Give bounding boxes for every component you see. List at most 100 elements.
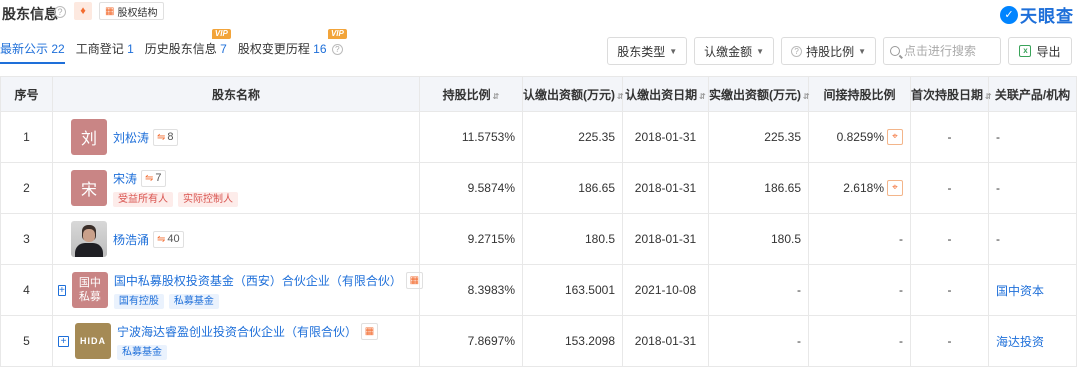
col-subscribed[interactable]: 认缴出资额(万元) ⇵ [522,76,624,112]
related-companies-badge[interactable]: ⇋ 7 [141,169,166,187]
row-index: 5 [0,315,53,367]
holder-name-link[interactable]: 宋涛 [113,170,137,187]
holder-cell: + HIDA 宁波海达睿盈创业投资合伙企业（有限合伙） ▦ 私募基金 [52,315,420,367]
section-header: 股东信息 ? ♦ ▦ 股权结构 ✓ 天眼查 [0,0,1080,26]
table-row: 3 杨浩涌 ⇋ 40 9.2715% 180.5 2018-01-31 180.… [0,213,1077,265]
sort-icon: ⇵ [803,91,810,101]
sub-date-value: 2018-01-31 [622,111,709,163]
equity-structure-button[interactable]: ▦ 股权结构 [99,2,165,20]
export-button[interactable]: x 导出 [1008,37,1072,65]
paid-value: 180.5 [708,213,809,265]
search-icon [890,46,900,56]
holder-cell: 宋 宋涛 ⇋ 7 受益所有人 实际控制人 [52,162,420,214]
holder-name-link[interactable]: 杨浩涌 [113,231,149,248]
related-link[interactable]: 国中资本 [996,284,1044,298]
subscribed-value: 163.5001 [522,264,623,316]
org-chart-icon[interactable]: ▦ [405,271,423,289]
related-count: 40 [167,233,180,245]
subscribed-value: 186.65 [522,162,623,214]
paid-value: - [708,315,809,367]
holder-name-link[interactable]: 国中私募股权投资基金（西安）合伙企业（有限合伙） [114,272,402,289]
equity-structure-label: 股权结构 [117,7,158,19]
excel-icon: x [1019,45,1032,57]
first-date-value: - [910,264,989,316]
col-first-date[interactable]: 首次持股日期 ⇵ [910,76,992,112]
holder-name-link[interactable]: 刘松涛 [113,129,149,146]
col-index: 序号 [0,76,53,112]
related-companies-badge[interactable]: ⇋ 8 [153,128,178,146]
col-paid[interactable]: 实缴出资额(万元) ⇵ [708,76,810,112]
bell-icon[interactable]: ♦ [74,2,92,20]
penetrate-icon[interactable]: ⌖ [887,129,903,145]
help-icon[interactable]: ? [54,6,66,18]
search-input[interactable] [904,44,994,58]
caret-down-icon: ▼ [756,46,765,56]
ratio-value: 8.3983% [419,264,523,316]
private-fund-tag: 私募基金 [168,293,219,309]
holder-cell: 杨浩涌 ⇋ 40 [52,213,420,265]
tab-label: 工商登记 [75,42,124,56]
col-ratio[interactable]: 持股比例 ⇵ [419,76,523,112]
related-value: - [988,162,1077,214]
dropdown-label: 股东类型 [617,44,666,59]
first-date-value: - [910,315,989,367]
col-name: 股东名称 [52,76,420,112]
tab-registration[interactable]: 工商登记 1 [76,36,134,64]
actual-controller-tag: 实际控制人 [178,191,238,207]
first-date-value: - [910,162,989,214]
sort-icon: ⇵ [617,91,624,101]
filter-bar: 股东类型 ▼ 认缴金额 ▼ ? 持股比例 ▼ x 导出 [607,37,1072,65]
paid-value: 225.35 [708,111,809,163]
holding-ratio-dropdown[interactable]: ? 持股比例 ▼ [781,37,876,65]
caret-down-icon: ▼ [858,46,866,56]
table-row: 5 + HIDA 宁波海达睿盈创业投资合伙企业（有限合伙） ▦ 私募基金 7.8… [0,315,1077,367]
search-box[interactable] [883,37,1001,65]
tab-label: 股权变更历程 [237,42,310,56]
related-count: 7 [155,172,162,184]
tab-label: 历史股东信息 [144,42,217,56]
col-related: 关联产品/机构 [988,76,1077,112]
table-header-row: 序号 股东名称 持股比例 ⇵ 认缴出资额(万元) ⇵ 认缴出资日期 ⇵ 实缴出资额(万… [0,76,1077,112]
holder-cell: + 国中私募 国中私募股权投资基金（西安）合伙企业（有限合伙） ▦ 国有控股 私… [52,264,423,316]
tab-bar: 最新公示 22 工商登记 1 历史股东信息 7 VIP 股权变更历程 16 ? … [0,29,354,64]
related-link[interactable]: 海达投资 [996,335,1044,349]
ratio-value: 9.2715% [419,213,523,265]
col-label: 认缴出资日期 [625,87,698,102]
help-icon[interactable]: ? [331,44,343,55]
related-value: - [988,213,1077,265]
subscribed-amount-dropdown[interactable]: 认缴金额 ▼ [694,37,775,65]
table-row: 2 宋 宋涛 ⇋ 7 受益所有人 实际控制人 9.5874% 186.65 20… [0,162,1077,214]
org-chart-icon[interactable]: ▦ [361,322,379,340]
tab-latest[interactable]: 最新公示 22 [0,36,65,64]
link-icon: ⇋ [157,233,166,245]
first-date-value: - [910,213,989,265]
expand-icon[interactable]: + [58,284,66,296]
tab-history-holders[interactable]: 历史股东信息 7 VIP [144,29,231,64]
ratio-value: 11.5753% [419,111,523,163]
sort-icon: ⇵ [699,91,706,101]
row-index: 3 [0,213,53,265]
indirect-value: 2.618% [843,181,884,195]
penetrate-icon[interactable]: ⌖ [887,180,903,196]
related-value: - [988,111,1077,163]
holder-cell: 刘 刘松涛 ⇋ 8 [52,111,420,163]
expand-icon[interactable]: + [58,335,69,347]
avatar-photo [71,221,107,257]
company-logo: HIDA [75,323,111,359]
indirect-cell: 2.618% ⌖ [808,162,911,214]
related-companies-badge[interactable]: ⇋ 40 [153,230,184,248]
sub-date-value: 2018-01-31 [622,315,709,367]
indirect-value: - [808,264,911,316]
col-label: 持股比例 [442,87,491,102]
shareholder-table: 序号 股东名称 持股比例 ⇵ 认缴出资额(万元) ⇵ 认缴出资日期 ⇵ 实缴出资额(万… [0,76,1077,367]
help-icon: ? [791,45,803,57]
col-sub-date[interactable]: 认缴出资日期 ⇵ [622,76,709,112]
holder-name-link[interactable]: 宁波海达睿盈创业投资合伙企业（有限合伙） [117,323,357,340]
vip-badge: VIP [211,29,231,39]
indirect-value: 0.8259% [836,130,884,144]
tab-equity-changes[interactable]: 股权变更历程 16 ? VIP [237,29,347,64]
holder-type-dropdown[interactable]: 股东类型 ▼ [607,37,688,65]
brand-logo: ✓ 天眼查 [1000,2,1074,27]
indirect-value: - [808,213,911,265]
link-icon: ⇋ [157,131,166,143]
